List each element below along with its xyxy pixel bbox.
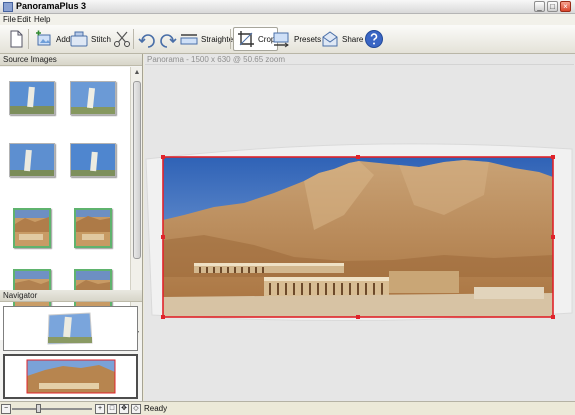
source-thumbnail[interactable] — [70, 81, 116, 115]
source-thumbnail[interactable] — [9, 81, 55, 115]
minimize-button[interactable]: _ — [534, 1, 545, 12]
menu-help[interactable]: Help — [34, 14, 50, 25]
leaning-tower-image — [71, 82, 115, 114]
add-images-icon — [36, 30, 51, 46]
presets-icon — [273, 32, 289, 48]
crop-icon — [238, 31, 254, 47]
temple-image — [15, 210, 49, 246]
leaning-tower-image — [71, 144, 115, 176]
straighten-icon — [180, 34, 198, 45]
zoom-slider-knob[interactable] — [36, 404, 41, 413]
share-button[interactable]: Share — [318, 27, 365, 51]
share-icon — [322, 31, 338, 47]
status-bar: − + □ ✥ ◇ Ready — [0, 401, 575, 415]
title-bar: PanoramaPlus 3 _ □ × — [0, 0, 575, 14]
new-button[interactable] — [4, 27, 28, 51]
stitch-icon — [70, 31, 88, 47]
maximize-button[interactable]: □ — [547, 1, 558, 12]
rotate-right-button[interactable] — [155, 27, 179, 51]
presets-button[interactable]: Presets — [270, 27, 323, 51]
source-images-header: Source Images — [0, 54, 142, 66]
pan-icon[interactable]: ✥ — [119, 404, 129, 414]
panorama-info: Panorama - 1500 x 630 @ 50.65 zoom — [145, 54, 574, 65]
zoom-in-icon[interactable]: + — [95, 404, 105, 414]
navigator-header: Navigator — [0, 290, 142, 302]
status-text: Ready — [144, 404, 168, 413]
panorama-canvas[interactable]: Panorama - 1500 x 630 @ 50.65 zoom — [144, 54, 575, 401]
help-icon — [365, 30, 383, 48]
new-document-icon — [10, 30, 23, 48]
toolbar-separator — [28, 29, 29, 49]
rotate-right-icon — [160, 34, 177, 48]
zoom-out-icon[interactable]: − — [1, 404, 11, 414]
navigator-temple-preview[interactable] — [3, 354, 138, 399]
window-title: PanoramaPlus 3 — [16, 1, 87, 11]
stitch-label: Stitch — [91, 34, 112, 44]
leaning-tower-image — [10, 144, 54, 176]
leaning-tower-image — [10, 82, 54, 114]
snap-icon[interactable]: ◇ — [131, 404, 141, 414]
source-thumbnail[interactable] — [9, 143, 55, 177]
close-button[interactable]: × — [560, 1, 571, 12]
help-button[interactable] — [362, 27, 386, 51]
scroll-up-arrow-icon[interactable]: ▲ — [132, 68, 142, 78]
app-icon — [3, 2, 13, 12]
toolbar: Add Stitch Straighten Crop Presets Share — [0, 25, 575, 54]
menu-edit[interactable]: Edit — [17, 14, 31, 25]
share-label: Share — [342, 34, 364, 44]
panorama-preview — [145, 143, 573, 322]
navigator-pisa-preview[interactable] — [3, 306, 138, 351]
temple-panorama-preview — [5, 356, 136, 397]
cut-button[interactable] — [110, 27, 134, 51]
source-thumbnail-used[interactable] — [74, 269, 112, 309]
temple-image — [76, 210, 110, 246]
source-thumbnail-used[interactable] — [74, 208, 112, 248]
straighten-label: Straighten — [201, 34, 238, 44]
toolbar-separator — [230, 29, 231, 49]
scrollbar-thumb[interactable] — [133, 81, 141, 259]
stitch-button[interactable]: Stitch — [67, 27, 113, 51]
scissors-icon — [114, 31, 130, 47]
pisa-panorama-preview — [4, 307, 137, 350]
fit-to-window-icon[interactable]: □ — [107, 404, 117, 414]
source-thumbnail-used[interactable] — [13, 208, 51, 248]
toolbar-separator — [133, 29, 134, 49]
menu-file[interactable]: File — [3, 14, 16, 25]
zoom-slider[interactable] — [12, 408, 92, 410]
left-panel: Source Images ▲ Navigator — [0, 54, 143, 401]
source-thumbnail-used[interactable] — [13, 269, 51, 309]
source-thumbnail[interactable] — [70, 143, 116, 177]
menu-bar: File Edit Help — [0, 14, 575, 25]
